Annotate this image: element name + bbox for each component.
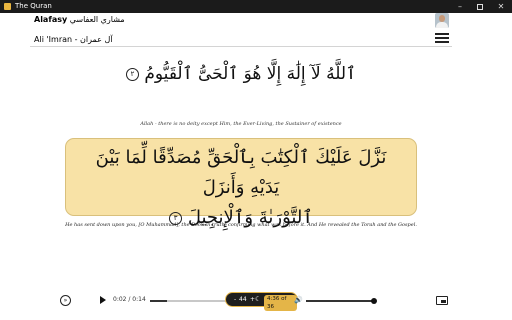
ayah-2-translation: Allah - there is no deity except Him, th… xyxy=(140,121,342,127)
hamburger-menu-icon[interactable] xyxy=(435,33,449,43)
volume-handle[interactable] xyxy=(371,298,377,304)
font-size-value: 44 xyxy=(239,296,247,303)
reciter-avatar[interactable] xyxy=(435,13,449,28)
ayah-3-translation: He has sent down upon you, [O Muhammad],… xyxy=(65,222,417,228)
ayah-3-line-1: نَزَّلَ عَلَيْكَ ٱلْكِتَٰبَ بِٱلْحَقِّ م… xyxy=(95,147,387,198)
reciter-label[interactable]: Alafasy مشاري العفاسي xyxy=(34,15,125,24)
picture-in-picture-icon[interactable] xyxy=(436,296,448,305)
skip-forward-icon[interactable]: » xyxy=(60,295,71,306)
surah-title[interactable]: Ali 'Imran - آل عمران xyxy=(34,35,113,44)
close-button[interactable]: ✕ xyxy=(491,0,511,13)
maximize-button[interactable] xyxy=(470,0,490,13)
window-title: The Quran xyxy=(15,2,52,10)
maximize-icon xyxy=(477,3,483,10)
reader-controls-pill: - 44 + ☾ 4:36 of 36 xyxy=(225,292,298,311)
header-divider xyxy=(30,46,452,47)
reciter-name: Alafasy xyxy=(34,15,68,24)
app-icon xyxy=(4,3,11,10)
volume-slider[interactable] xyxy=(306,300,374,302)
progress-fill xyxy=(150,300,167,302)
ayah-counter[interactable]: 4:36 of 36 xyxy=(264,295,297,311)
play-icon[interactable] xyxy=(100,296,106,304)
title-bar: The Quran – ✕ xyxy=(0,0,512,13)
ayah-3-arabic[interactable]: نَزَّلَ عَلَيْكَ ٱلْكِتَٰبَ بِٱلْحَقِّ م… xyxy=(80,143,402,233)
moon-icon[interactable]: ☾ xyxy=(255,295,261,303)
playback-time: 0:02 / 0:14 xyxy=(113,296,146,303)
volume-icon[interactable]: 🔊 xyxy=(294,296,303,304)
font-decrease-button[interactable]: - xyxy=(234,296,236,303)
minimize-button[interactable]: – xyxy=(450,0,470,13)
ayah-2-arabic[interactable]: ٱللَّهُ لَآ إِلَٰهَ إِلَّا هُوَ ٱلْحَىُّ… xyxy=(30,62,452,86)
ayah-2-text: ٱللَّهُ لَآ إِلَٰهَ إِلَّا هُوَ ٱلْحَىُّ… xyxy=(144,64,357,84)
reciter-arabic-name: مشاري العفاسي xyxy=(69,15,125,24)
ayah-number-marker: ٢ xyxy=(125,67,139,81)
